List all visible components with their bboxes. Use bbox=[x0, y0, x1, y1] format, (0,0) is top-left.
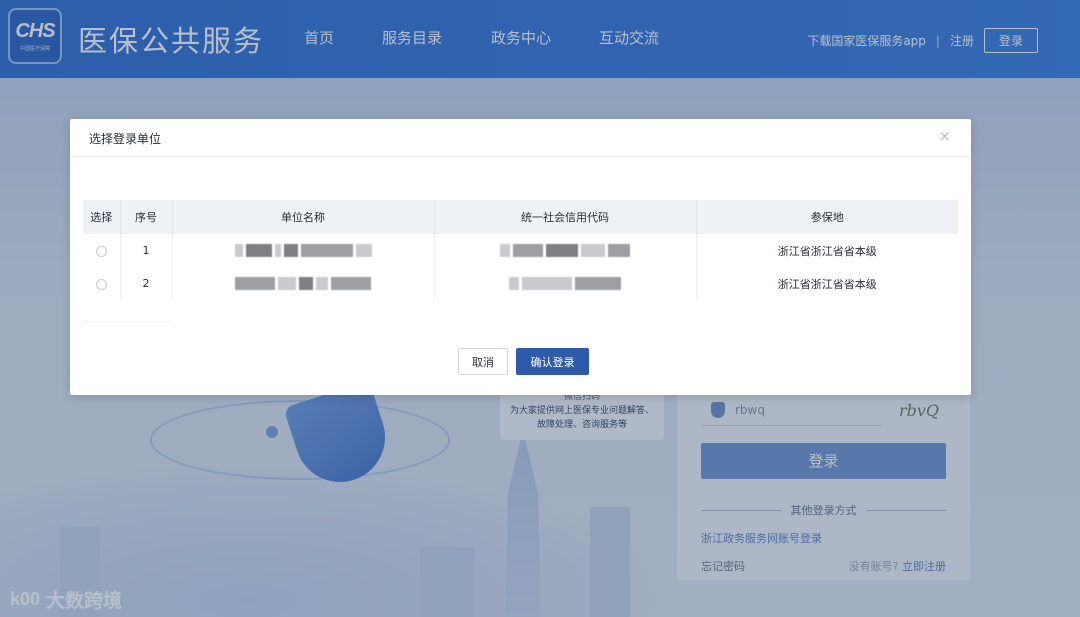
insured-place: 浙江省浙江省省本级 bbox=[777, 277, 877, 291]
credit-code-redacted bbox=[434, 234, 697, 267]
select-radio[interactable] bbox=[95, 278, 107, 290]
dialog-title: 选择登录单位 bbox=[89, 132, 162, 146]
unit-table: 选择 序号 单位名称 统一社会信用代码 参保地 1 浙江省浙江省省本级 2 浙江… bbox=[83, 200, 958, 300]
insured-place: 浙江省浙江省省本级 bbox=[777, 244, 877, 258]
confirm-login-button[interactable]: 确认登录 bbox=[516, 348, 589, 375]
table-header-row: 选择 序号 单位名称 统一社会信用代码 参保地 bbox=[83, 200, 958, 234]
row-index: 1 bbox=[120, 234, 173, 267]
select-radio[interactable] bbox=[95, 245, 107, 257]
cancel-button[interactable]: 取消 bbox=[458, 348, 508, 375]
row-index: 2 bbox=[120, 267, 173, 300]
column-header-insured-place: 参保地 bbox=[696, 200, 958, 234]
column-header-unit-name: 单位名称 bbox=[172, 200, 435, 234]
column-header-index: 序号 bbox=[120, 200, 173, 234]
credit-code-redacted bbox=[434, 267, 697, 300]
column-header-select: 选择 bbox=[83, 200, 121, 234]
dialog-divider bbox=[70, 156, 971, 157]
select-unit-dialog: 选择登录单位 × 选择 序号 单位名称 统一社会信用代码 参保地 1 浙江省浙江… bbox=[70, 119, 971, 395]
unit-name-redacted bbox=[172, 267, 435, 300]
column-header-credit-code: 统一社会信用代码 bbox=[434, 200, 697, 234]
table-footer-line bbox=[83, 321, 172, 322]
table-row[interactable]: 1 浙江省浙江省省本级 bbox=[83, 234, 958, 267]
table-row[interactable]: 2 浙江省浙江省省本级 bbox=[83, 267, 958, 300]
unit-name-redacted bbox=[172, 234, 435, 267]
close-icon[interactable]: × bbox=[938, 127, 951, 145]
